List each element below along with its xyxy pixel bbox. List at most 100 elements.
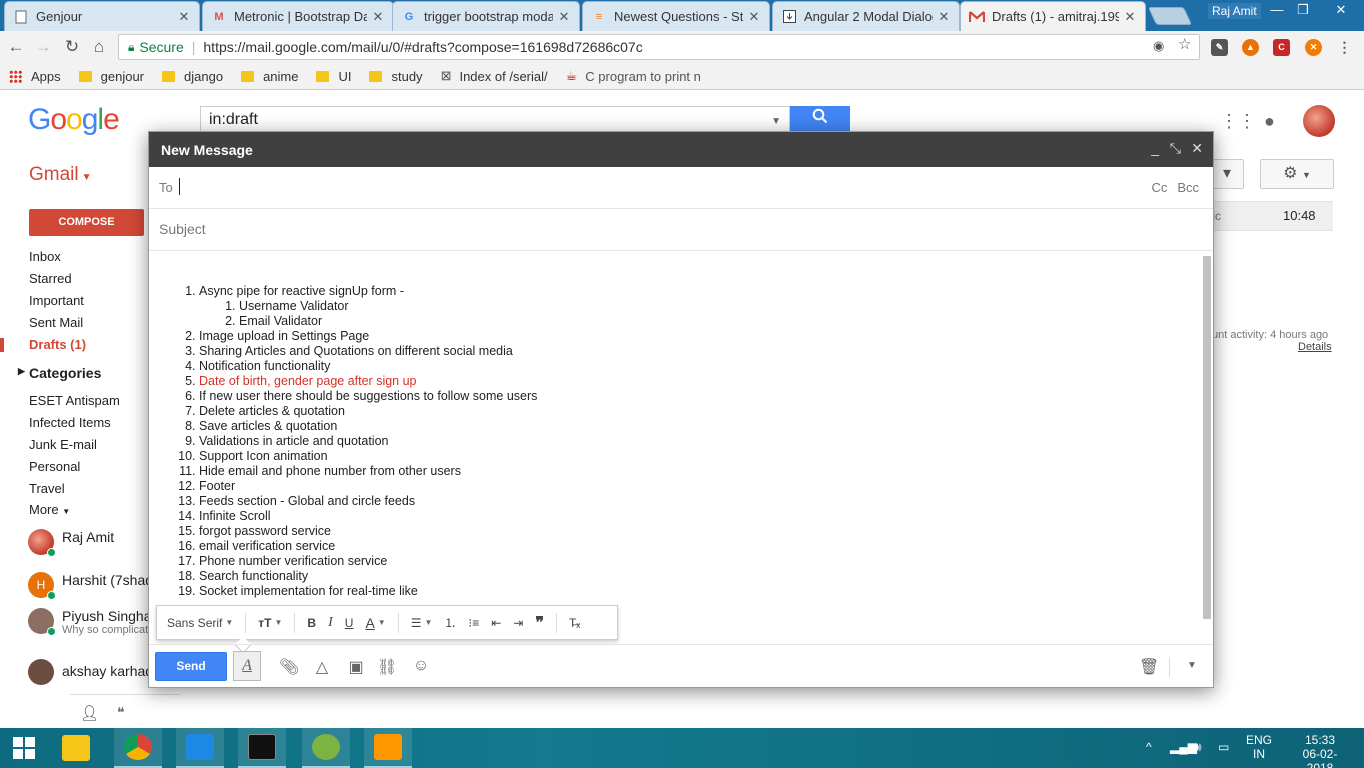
hangout-contact[interactable]: akshay karhade — [28, 659, 161, 685]
dropper-extension-icon[interactable]: ✎ — [1211, 39, 1228, 56]
tray-expand-icon[interactable]: ^ — [1146, 740, 1152, 754]
bookmark-genjour[interactable]: genjour — [78, 69, 144, 84]
gmail-menu[interactable]: Gmail ▼ — [29, 164, 92, 186]
sidebar-item-sent[interactable]: Sent Mail — [29, 315, 83, 330]
close-icon[interactable]: ✕ — [1123, 9, 1137, 25]
attach-icon[interactable]: 📎︎ — [279, 657, 299, 677]
sidebar-item-drafts[interactable]: Drafts (1) — [29, 337, 86, 352]
sidebar-item-more[interactable]: More ▼ — [29, 502, 70, 517]
insert-link-icon[interactable]: ⛓︎ — [377, 657, 397, 677]
body-scrollbar[interactable] — [1203, 256, 1211, 619]
wifi-icon[interactable]: ▂▄▆ — [1170, 740, 1197, 754]
bookmark-study[interactable]: study — [369, 69, 423, 84]
tab-angular-modal[interactable]: Angular 2 Modal Dialog ✕ — [772, 1, 960, 31]
tab-genjour[interactable]: Genjour ✕ — [4, 1, 200, 31]
home-icon[interactable]: ⌂ — [89, 37, 109, 57]
close-icon[interactable]: ✕ — [177, 9, 191, 25]
bookmark-apps[interactable]: Apps — [9, 69, 61, 84]
bulleted-list-icon[interactable]: ⁝≡ — [468, 616, 479, 630]
battery-icon[interactable]: ▭ — [1218, 740, 1229, 754]
minimize-icon[interactable]: _ — [1151, 140, 1159, 156]
message-body[interactable]: Async pipe for reactive signUp form -Use… — [149, 253, 1202, 613]
close-icon[interactable]: ✕ — [371, 9, 385, 25]
sidebar-item-inbox[interactable]: Inbox — [29, 249, 61, 264]
volume-icon[interactable]: 🔊︎ — [1194, 740, 1202, 755]
tab-trigger-bootstrap-modal[interactable]: G trigger bootstrap modal ✕ — [392, 1, 580, 31]
start-button[interactable] — [0, 728, 48, 768]
discard-draft-icon[interactable]: 🗑︎ — [1139, 657, 1159, 677]
address-bar[interactable]: 🔒︎ Secure | https://mail.google.com/mail… — [118, 34, 1200, 60]
hangout-contact[interactable]: H Harshit (7shade — [28, 572, 161, 600]
search-input[interactable]: in:draft ▼ — [200, 106, 790, 134]
tab-gmail-drafts[interactable]: Drafts (1) - amitraj.1996 ✕ — [960, 1, 1146, 31]
send-button[interactable]: Send — [155, 652, 227, 681]
compose-button[interactable]: COMPOSE — [29, 209, 144, 236]
quote-icon[interactable]: ❞ — [535, 613, 544, 633]
chrome-app[interactable] — [114, 728, 162, 768]
drive-icon[interactable]: △ — [312, 657, 332, 677]
hangout-contact[interactable]: Raj Amit — [28, 529, 114, 557]
hangout-contact[interactable]: Piyush Singhal Why so complicat — [28, 608, 155, 636]
sidebar-item-junk[interactable]: Junk E-mail — [29, 437, 97, 452]
file-explorer-app[interactable] — [52, 728, 100, 768]
emoji-icon[interactable]: ☺ — [411, 657, 431, 675]
sidebar-item-starred[interactable]: Starred — [29, 271, 72, 286]
font-family-select[interactable]: Sans Serif ▼ — [167, 616, 233, 630]
indent-more-icon[interactable]: ⇥ — [513, 616, 523, 630]
bookmark-index-serial[interactable]: ⊠ Index of /serial/ — [441, 68, 548, 84]
vscode-app[interactable] — [176, 728, 224, 768]
sidebar-item-infected[interactable]: Infected Items — [29, 415, 111, 430]
sidebar-item-important[interactable]: Important — [29, 293, 84, 308]
formatting-options-icon[interactable]: A — [233, 651, 261, 681]
bookmark-c-program[interactable]: ☕︎ C program to print n — [566, 68, 701, 84]
forward-icon[interactable]: → — [33, 37, 53, 57]
sidebar-item-eset[interactable]: ESET Antispam — [29, 393, 120, 408]
settings-button[interactable]: ⚙ ▼ — [1260, 159, 1334, 189]
more-options-icon[interactable]: ▼ — [1182, 660, 1202, 671]
reload-icon[interactable]: ↻ — [62, 37, 82, 57]
bookmark-star-icon[interactable]: ☆ — [1178, 35, 1191, 53]
blocker-extension-icon[interactable]: ✕ — [1305, 39, 1322, 56]
font-size-select[interactable]: тT ▼ — [258, 616, 282, 630]
person-icon[interactable]: 👤︎ — [80, 704, 99, 722]
bookmark-ui[interactable]: UI — [316, 69, 351, 84]
italic-icon[interactable]: I — [328, 615, 333, 631]
apps-grid-icon[interactable]: ⋮⋮ — [1220, 111, 1256, 132]
back-icon[interactable]: ← — [6, 37, 26, 57]
more-dropdown[interactable]: ▾ — [1210, 159, 1244, 189]
search-button[interactable] — [790, 106, 850, 134]
new-tab-button[interactable] — [1147, 7, 1193, 25]
remove-formatting-icon[interactable]: T̶ₓ — [569, 616, 580, 630]
align-select[interactable]: ☰ ▼ — [411, 616, 433, 630]
insert-photo-icon[interactable]: ▣ — [346, 657, 366, 677]
pop-out-icon[interactable]: ⤡ — [1170, 140, 1181, 157]
fire-extension-icon[interactable]: ▲ — [1242, 39, 1259, 56]
tab-metronic[interactable]: M Metronic | Bootstrap Da ✕ — [202, 1, 394, 31]
sidebar-item-travel[interactable]: Travel — [29, 481, 65, 496]
subject-field[interactable] — [149, 209, 1213, 251]
bookmark-anime[interactable]: anime — [241, 69, 298, 84]
chevron-down-icon[interactable]: ▼ — [771, 116, 781, 127]
to-field[interactable]: To Cc Bcc — [149, 167, 1213, 209]
avatar[interactable] — [1303, 105, 1335, 137]
bcc-link[interactable]: Bcc — [1177, 180, 1199, 195]
underline-icon[interactable]: U — [345, 616, 354, 630]
window-close-icon[interactable]: ✕ — [1326, 0, 1356, 22]
hangouts-icon[interactable]: ❝ — [117, 704, 125, 721]
indent-less-icon[interactable]: ⇤ — [491, 616, 501, 630]
text-color-select[interactable]: A ▼ — [365, 615, 385, 631]
close-icon[interactable]: ✕ — [937, 9, 951, 25]
menu-dots-icon[interactable]: ⋮ — [1336, 39, 1353, 56]
cc-link[interactable]: Cc — [1151, 180, 1167, 195]
tab-stackoverflow[interactable]: ≡ Newest Questions - Stac ✕ — [582, 1, 770, 31]
profile-name[interactable]: Raj Amit — [1208, 3, 1261, 19]
maximize-icon[interactable]: ❐ — [1288, 0, 1318, 22]
close-icon[interactable]: ✕ — [1191, 140, 1203, 157]
android-studio-app[interactable] — [302, 728, 350, 768]
cors-extension-icon[interactable]: C — [1273, 39, 1290, 56]
compose-header[interactable]: New Message _ ⤡ ✕ — [149, 132, 1213, 167]
mail-row[interactable]: tic 10:48 — [1205, 201, 1333, 231]
bookmark-django[interactable]: django — [162, 69, 223, 84]
language-indicator[interactable]: ENG IN — [1246, 733, 1272, 761]
close-icon[interactable]: ✕ — [747, 9, 761, 25]
